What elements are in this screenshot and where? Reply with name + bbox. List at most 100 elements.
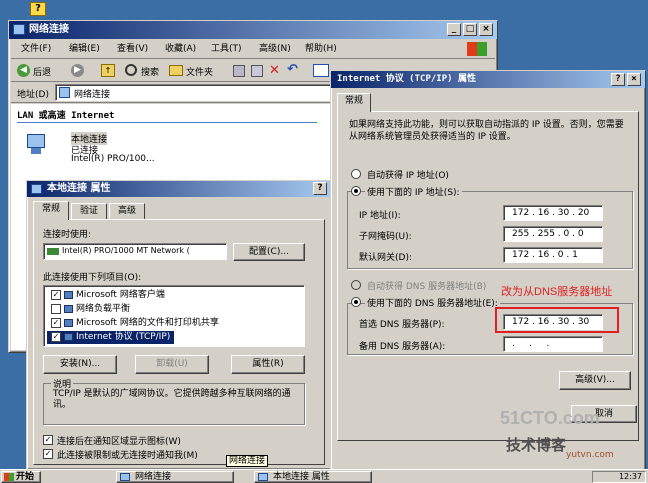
menu-tools[interactable]: 工具(T)	[211, 41, 242, 57]
help-button[interactable]: ?	[313, 182, 327, 195]
gateway-label: 默认网关(D):	[359, 253, 412, 263]
menu-advanced[interactable]: 高级(N)	[259, 41, 291, 57]
list-item-label: Internet 协议 (TCP/IP)	[76, 332, 171, 342]
list-item[interactable]: ✓ Microsoft 网络的文件和打印机共享	[51, 317, 219, 330]
search-icon[interactable]	[125, 64, 137, 76]
watermark-line2: 技术博客	[506, 436, 567, 454]
tcpip-tab-panel	[337, 111, 639, 441]
menu-favorites[interactable]: 收藏(A)	[165, 41, 196, 57]
copy-to-icon[interactable]	[251, 65, 263, 77]
maximize-button[interactable]: □	[463, 23, 477, 36]
local-properties-titlebar[interactable]: 本地连接 属性 ?	[27, 181, 331, 197]
views-icon[interactable]	[313, 64, 329, 77]
explorer-titlebar[interactable]: 网络连接 _ □ ×	[9, 21, 497, 39]
manual-ip-radio[interactable]	[351, 186, 361, 196]
tab-authentication[interactable]: 验证	[71, 203, 107, 219]
task-network-connections[interactable]: 网络连接	[116, 471, 234, 483]
configure-button[interactable]: 配置(C)...	[233, 243, 305, 261]
tab-advanced[interactable]: 高级	[109, 203, 145, 219]
advanced-button[interactable]: 高级(V)...	[559, 371, 631, 390]
auto-ip-label[interactable]: 自动获得 IP 地址(O)	[367, 168, 449, 181]
components-items: ✓ Microsoft 网络客户端 网络负载平衡 ✓ Microsoft 网络的文件和打…	[47, 287, 303, 345]
highlight-box	[495, 307, 619, 333]
address-value: 网络连接	[74, 90, 111, 100]
tab-general[interactable]: 常规	[33, 201, 69, 220]
tcpip-titlebar[interactable]: Internet 协议 (TCP/IP) 属性 ? ×	[331, 71, 645, 88]
install-button[interactable]: 安装(N)...	[43, 355, 117, 374]
system-tray: 12:37	[592, 471, 646, 483]
show-icon-label[interactable]: 连接后在通知区域显示图标(W)	[57, 434, 181, 447]
local-properties-dialog: 本地连接 属性 ? 常规 验证 高级 连接时使用: Intel(R) PRO/1…	[26, 180, 332, 470]
tcpip-title: Internet 协议 (TCP/IP) 属性	[337, 74, 476, 84]
tcpip-help-button[interactable]: ?	[611, 73, 625, 86]
list-item-label: 网络负载平衡	[76, 304, 131, 314]
alternate-dns-field[interactable]: . . .	[503, 336, 603, 352]
alternate-dns-label: 备用 DNS 服务器(A):	[359, 342, 446, 352]
task-network-icon	[120, 473, 130, 481]
start-button[interactable]: 开始	[1, 471, 41, 483]
address-field[interactable]: 网络连接	[55, 84, 335, 101]
properties-button[interactable]: 属性(R)	[231, 355, 305, 374]
ip-address-label: IP 地址(I):	[359, 211, 401, 221]
task-properties-label: 本地连接 属性	[273, 472, 330, 482]
forward-icon[interactable]: ▶	[71, 64, 84, 77]
list-item-checkbox[interactable]: ✓	[51, 331, 61, 342]
manual-ip-label[interactable]: 使用下面的 IP 地址(S):	[365, 185, 462, 198]
search-label[interactable]: 搜索	[141, 65, 159, 78]
auto-dns-label[interactable]: 自动获得 DNS 服务器地址(B)	[367, 279, 486, 292]
address-label: 地址(D)	[17, 90, 49, 100]
menu-help[interactable]: 帮助(H)	[305, 41, 337, 57]
show-icon-checkbox[interactable]: ✓	[43, 435, 53, 445]
auto-dns-radio[interactable]	[351, 280, 361, 290]
folders-icon[interactable]	[169, 65, 183, 76]
ip-address-field[interactable]: 172 . 16 . 30 . 20	[503, 205, 603, 221]
delete-icon[interactable]: ✕	[269, 63, 280, 78]
watermark-line3: yutvn.com	[566, 450, 614, 460]
list-item[interactable]: ✓ Microsoft 网络客户端	[51, 289, 165, 302]
list-item-label: Microsoft 网络客户端	[76, 290, 165, 300]
subnet-mask-field[interactable]: 255 . 255 . 0 . 0	[503, 226, 603, 242]
component-icon	[64, 318, 73, 327]
items-label: 此连接使用下列项目(O):	[43, 273, 142, 283]
gateway-field[interactable]: 172 . 16 . 0 . 1	[503, 247, 603, 263]
network-adapter-icon[interactable]	[27, 134, 51, 156]
menu-view[interactable]: 查看(V)	[117, 41, 148, 57]
notify-checkbox[interactable]: ✓	[43, 449, 53, 459]
list-item[interactable]: 网络负载平衡	[51, 303, 130, 316]
tcpip-close-button[interactable]: ×	[627, 73, 641, 86]
folders-label[interactable]: 文件夹	[186, 65, 213, 78]
minimize-button[interactable]: _	[447, 23, 461, 36]
clock: 12:37	[618, 472, 642, 481]
description-text: TCP/IP 是默认的广域网协议。它提供跨越多种互联网络的通讯。	[53, 389, 291, 410]
list-item-checkbox[interactable]: ✓	[51, 289, 61, 300]
task-local-properties[interactable]: 本地连接 属性	[254, 471, 372, 483]
menu-bar: 文件(F) 编辑(E) 查看(V) 收藏(A) 工具(T) 高级(N) 帮助(H…	[11, 41, 495, 59]
back-icon[interactable]: ◀	[17, 64, 30, 77]
up-folder-icon[interactable]: ↑	[101, 64, 115, 77]
local-properties-icon	[31, 184, 42, 194]
close-button[interactable]: ×	[479, 23, 493, 36]
windows-logo-icon	[467, 42, 487, 56]
start-windows-icon	[4, 473, 14, 481]
uninstall-button[interactable]: 卸载(U)	[135, 355, 209, 374]
notify-label[interactable]: 此连接被限制或无连接时通知我(M)	[57, 448, 198, 461]
back-label[interactable]: 后退	[33, 65, 51, 78]
manual-dns-radio[interactable]	[351, 297, 361, 307]
list-item-checkbox[interactable]	[51, 303, 61, 314]
menu-file[interactable]: 文件(F)	[21, 41, 51, 57]
component-icon	[64, 332, 73, 341]
list-item[interactable]: ✓ Internet 协议 (TCP/IP)	[47, 331, 175, 344]
component-icon	[64, 304, 73, 313]
menu-edit[interactable]: 编辑(E)	[69, 41, 100, 57]
desktop-help-icon[interactable]: ?	[30, 2, 46, 16]
move-to-icon[interactable]	[233, 65, 245, 77]
subnet-mask-label: 子网掩码(U):	[359, 232, 412, 242]
tcpip-tab-general[interactable]: 常规	[337, 93, 371, 112]
start-label: 开始	[16, 472, 35, 482]
list-item-checkbox[interactable]: ✓	[51, 317, 61, 328]
manual-dns-label[interactable]: 使用下面的 DNS 服务器地址(E):	[365, 296, 500, 309]
auto-ip-radio[interactable]	[351, 169, 361, 179]
task-network-label: 网络连接	[135, 472, 172, 482]
tcpip-intro: 如果网络支持此功能，则可以获取自动指派的 IP 设置。否则，您需要从网络系统管理…	[349, 120, 624, 142]
undo-icon[interactable]: ↶	[287, 62, 298, 77]
